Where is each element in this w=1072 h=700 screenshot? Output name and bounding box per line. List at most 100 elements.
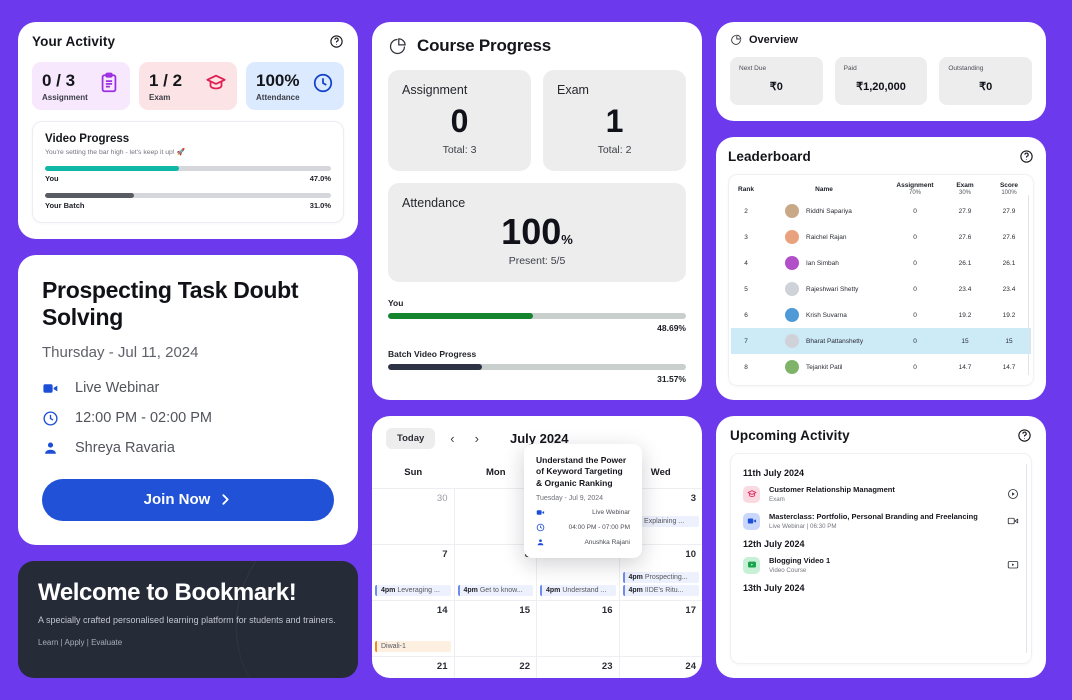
list-item-subtitle: Exam bbox=[769, 496, 785, 503]
row-exam: 27.9 bbox=[958, 207, 972, 215]
leaderboard-col-name: Name bbox=[815, 185, 833, 193]
row-score: 23.4 bbox=[1002, 285, 1016, 293]
course-bar-batch: Batch Video Progress 31.57% bbox=[388, 349, 686, 384]
list-item-subtitle: Live Webinar | 06:30 PM bbox=[769, 523, 837, 530]
prev-month-button[interactable]: ‹ bbox=[445, 431, 459, 446]
table-row[interactable]: 3 Raichel Rajan 0 27.6 27.6 bbox=[731, 224, 1031, 250]
course-bar-batch-track bbox=[388, 363, 686, 370]
popover-row-type: Live Webinar bbox=[536, 508, 630, 517]
avatar bbox=[785, 334, 799, 348]
upcoming-date-group-3: 13th July 2024 bbox=[743, 583, 805, 593]
row-assignment: 0 bbox=[913, 337, 917, 345]
row-rank: 8 bbox=[744, 363, 748, 371]
calendar-day-cell[interactable]: 14 Diwali-1 bbox=[372, 599, 455, 656]
video-camera-icon bbox=[536, 510, 545, 515]
row-score: 27.9 bbox=[1002, 207, 1016, 215]
row-assignment: 0 bbox=[913, 233, 917, 241]
leaderboard-scrollbar[interactable] bbox=[1027, 195, 1029, 375]
leaderboard-col-rank: Rank bbox=[738, 185, 754, 193]
stat-assignment[interactable]: 0 / 3 Assignment bbox=[32, 62, 130, 110]
row-exam: 23.4 bbox=[958, 285, 972, 293]
calendar-event-chip[interactable]: 4pm Understand ... bbox=[540, 584, 616, 596]
row-rank: 4 bbox=[744, 259, 748, 267]
calendar-day-number: 23 bbox=[601, 660, 613, 672]
leaderboard-header: Leaderboard bbox=[728, 149, 1034, 164]
calendar-card: Today ‹ › July 2024 Sun Mon Tue Wed 30 1… bbox=[372, 415, 702, 678]
calendar-day-cell[interactable]: 15 bbox=[454, 599, 537, 656]
upcoming-date-group-1: 11th July 2024 bbox=[743, 468, 805, 478]
table-row[interactable]: 2 Riddhi Sapariya 0 27.9 27.9 bbox=[731, 198, 1031, 224]
calendar-day-cell[interactable]: 24 bbox=[619, 655, 702, 678]
calendar-day-cell[interactable]: 30 bbox=[372, 487, 455, 544]
list-item[interactable]: Blogging Video 1 Video Course bbox=[743, 556, 1019, 574]
row-name-cell: Riddhi Sapariya bbox=[761, 204, 887, 218]
stat-attendance-value: 100% bbox=[256, 71, 300, 90]
stat-attendance[interactable]: 100% Attendance bbox=[246, 62, 344, 110]
upcoming-scrollbar[interactable] bbox=[1025, 464, 1027, 653]
clock-icon bbox=[313, 73, 333, 93]
graduation-cap-icon bbox=[743, 485, 760, 503]
list-item[interactable]: Customer Relationship Managment Exam bbox=[743, 485, 1019, 503]
pie-chart-icon bbox=[389, 37, 406, 54]
overview-outstanding-value: ₹0 bbox=[979, 81, 993, 93]
row-assignment: 0 bbox=[913, 311, 917, 319]
calendar-event-time: 4pm bbox=[546, 586, 561, 594]
calendar-day-cell[interactable]: 21 bbox=[372, 655, 455, 678]
row-rank: 2 bbox=[744, 207, 748, 215]
calendar-day-cell[interactable]: 7 4pm Leveraging ... bbox=[372, 543, 455, 600]
upcoming-title: Upcoming Activity bbox=[730, 428, 850, 443]
calendar-day-cell[interactable]: 22 bbox=[454, 655, 537, 678]
webinar-title: Prospecting Task Doubt Solving bbox=[42, 276, 299, 330]
stat-exam[interactable]: 1 / 2 Exam bbox=[139, 62, 237, 110]
row-rank: 5 bbox=[744, 285, 748, 293]
calendar-day-cell[interactable]: 17 bbox=[619, 599, 702, 656]
popover-row-host: Anushka Rajani bbox=[536, 538, 630, 547]
row-assignment: 0 bbox=[913, 285, 917, 293]
welcome-links[interactable]: Learn | Apply | Evaluate bbox=[38, 638, 338, 647]
next-month-button[interactable]: › bbox=[470, 431, 484, 446]
upcoming-activity-card: Upcoming Activity 11th July 2024 Custome… bbox=[716, 416, 1046, 678]
overview-outstanding-label: Outstanding bbox=[948, 65, 984, 72]
calendar-event-chip[interactable]: 4pm Prospecting... bbox=[622, 571, 699, 583]
play-box-icon[interactable] bbox=[1007, 559, 1019, 571]
row-name: Riddhi Sapariya bbox=[806, 207, 852, 215]
help-circle-icon[interactable] bbox=[1017, 428, 1032, 443]
list-item[interactable]: Masterclass: Portfolio, Personal Brandin… bbox=[743, 512, 1019, 530]
help-circle-icon[interactable] bbox=[329, 34, 344, 49]
list-item-text: Blogging Video 1 Video Course bbox=[769, 556, 998, 574]
webinar-detail-time: 12:00 PM - 02:00 PM bbox=[42, 410, 334, 427]
progress-batch: Your Batch 31.0% bbox=[45, 192, 331, 210]
calendar-holiday-chip[interactable]: Diwali-1 bbox=[375, 640, 451, 652]
calendar-day-number: 24 bbox=[685, 660, 696, 672]
row-score: 19.2 bbox=[1002, 311, 1016, 319]
calendar-day-cell[interactable]: 16 bbox=[537, 599, 620, 656]
table-row-current-user[interactable]: 7 Bharat Pattanshetty 0 15 15 bbox=[731, 328, 1031, 354]
progress-batch-label: Your Batch bbox=[45, 200, 85, 210]
popover-time-text: 04:00 PM - 07:00 PM bbox=[568, 523, 630, 531]
help-circle-icon[interactable] bbox=[1019, 149, 1034, 164]
calendar-event-chip[interactable]: 4pm IIDE's Ritu... bbox=[622, 584, 699, 596]
course-bar-you: You 48.69% bbox=[388, 298, 686, 333]
calendar-event-text: Diwali-1 bbox=[381, 642, 406, 650]
table-row[interactable]: 8 Tejankit Patil 0 14.7 14.7 bbox=[731, 354, 1031, 380]
progress-batch-value: 31.0% bbox=[309, 200, 331, 210]
leaderboard-col-score-label: Score bbox=[999, 182, 1019, 189]
stat-assignment-value: 0 / 3 bbox=[42, 71, 76, 90]
calendar-event-text: Leveraging ... bbox=[397, 586, 440, 594]
table-row[interactable]: 4 Ian Simbah 0 26.1 26.1 bbox=[731, 250, 1031, 276]
join-now-button[interactable]: Join Now bbox=[42, 478, 334, 521]
video-progress-panel: Video Progress You're setting the bar hi… bbox=[32, 120, 344, 223]
row-assignment: 0 bbox=[913, 363, 917, 371]
play-circle-icon[interactable] bbox=[1007, 488, 1019, 500]
leaderboard-table: Rank Name Assignment 70% Exam 30% Score … bbox=[728, 174, 1034, 386]
calendar-event-time: 4pm bbox=[463, 586, 478, 594]
table-row[interactable]: 6 Krish Suvarna 0 19.2 19.2 bbox=[731, 302, 1031, 328]
calendar-event-chip[interactable]: 4pm Get to know... bbox=[457, 584, 533, 596]
calendar-event-chip[interactable]: 4pm Leveraging ... bbox=[375, 584, 451, 596]
video-camera-icon[interactable] bbox=[1007, 515, 1019, 527]
today-button[interactable]: Today bbox=[386, 427, 436, 449]
calendar-day-cell[interactable]: 23 bbox=[537, 655, 620, 678]
row-score: 15 bbox=[1005, 337, 1013, 345]
your-activity-card: Your Activity 0 / 3 Assignment 1 / 2 Exa… bbox=[18, 22, 358, 239]
table-row[interactable]: 5 Rajeshwari Shetty 0 23.4 23.4 bbox=[731, 276, 1031, 302]
